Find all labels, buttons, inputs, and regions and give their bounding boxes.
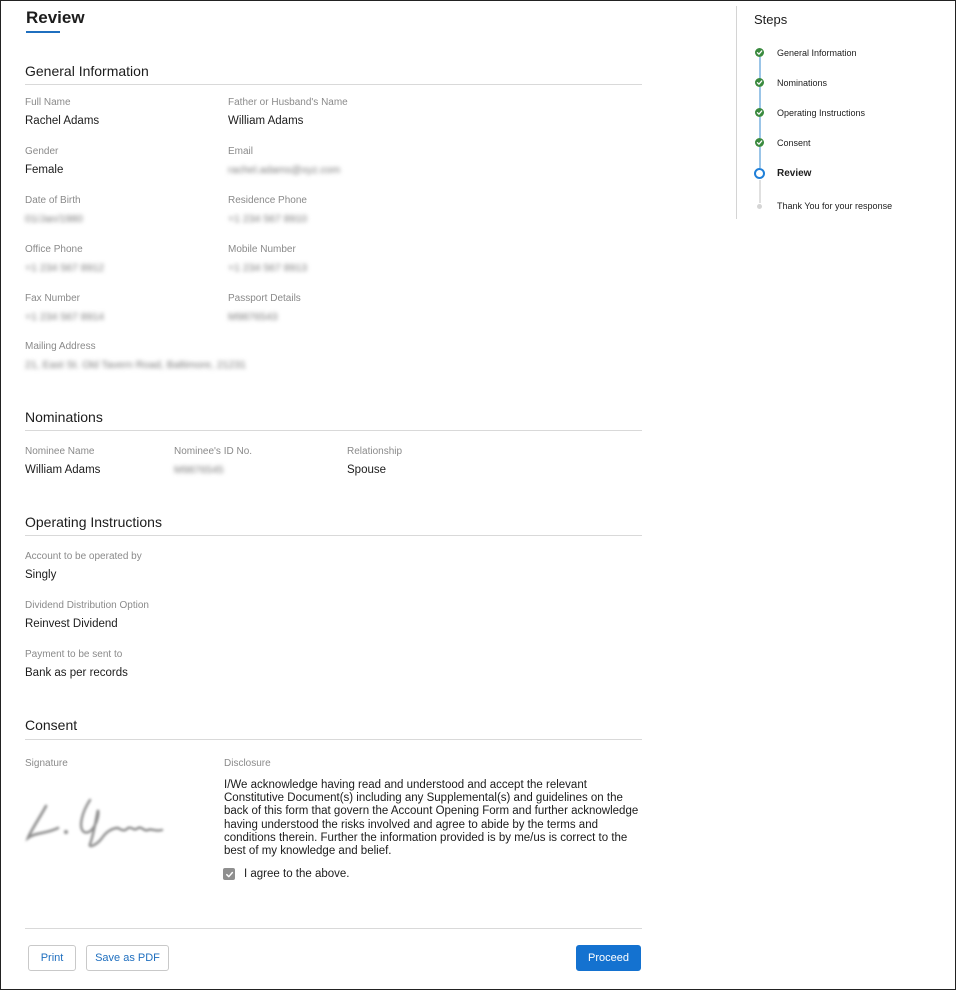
agree-label[interactable]: I agree to the above. [244,868,350,880]
field-value: Rachel Adams [25,115,100,127]
field-value: Spouse [347,464,387,476]
field-label: Residence Phone [228,195,307,206]
father-name-field: Father or Husband's Name William Adams [228,97,348,128]
step-label-operating-instructions[interactable]: Operating Instructions [777,108,865,118]
residence-phone-field: Residence Phone +1 234 567 8910 [228,195,307,226]
section-divider [25,535,642,536]
field-value: Bank as per records [25,667,128,679]
field-label: Disclosure [224,758,271,769]
footer-divider [25,928,642,929]
field-value: 01/Jan/1980 [25,213,83,225]
field-label: Date of Birth [25,195,81,206]
proceed-button[interactable]: Proceed [576,945,641,971]
dividend-field: Dividend Distribution Option Reinvest Di… [25,600,149,631]
field-label: Nominee Name [25,446,95,457]
current-step-icon [754,168,765,179]
nominee-name-field: Nominee Name William Adams [25,446,100,477]
field-label: Mobile Number [228,244,296,255]
step-label-general-information[interactable]: General Information [777,48,857,58]
field-label: Gender [25,146,59,157]
relationship-field: Relationship Spouse [347,446,402,477]
field-label: Nominee's ID No. [174,446,253,457]
step-label-nominations[interactable]: Nominations [777,78,827,88]
disclosure-text: I/We acknowledge having read and underst… [224,779,639,858]
agree-checkbox-row[interactable]: I agree to the above. [223,868,350,880]
steps-title: Steps [754,12,788,27]
section-divider [25,84,642,85]
step-label-thank-you: Thank You for your response [777,201,893,211]
general-section-title: General Information [25,63,149,79]
review-panel: Review General Information Full Name Rac… [0,0,660,990]
operated-by-field: Account to be operated by Singly [25,551,142,582]
field-label: Payment to be sent to [25,649,123,660]
check-circle-icon [755,48,764,57]
field-label: Relationship [347,446,403,457]
field-value: M9876543 [228,311,278,323]
field-value: +1 234 567 8910 [228,213,308,225]
field-value: +1 234 567 8912 [25,262,105,274]
nominations-section-title: Nominations [25,409,103,425]
step-label-review[interactable]: Review [777,168,811,179]
office-phone-field: Office Phone +1 234 567 8912 [25,244,104,275]
check-circle-icon [755,78,764,87]
disclosure-field: Disclosure I/We acknowledge having read … [224,758,642,858]
check-circle-icon [755,138,764,147]
field-value: +1 234 567 8914 [25,311,105,323]
sidebar-divider [736,6,737,219]
save-as-pdf-button[interactable]: Save as PDF [86,945,169,971]
signature-image [18,788,170,852]
pending-step-icon [757,204,762,209]
field-value: 21, East St. Old Tavern Road, Baltimore,… [25,359,247,371]
mobile-field: Mobile Number +1 234 567 8913 [228,244,307,275]
field-label: Signature [25,758,68,769]
field-label: Full Name [25,97,71,108]
checkmark-icon [225,871,233,877]
email-field: Email rachel.adams@xyz.com [228,146,340,177]
field-value: +1 234 567 8913 [228,262,308,274]
field-value: rachel.adams@xyz.com [228,164,341,176]
payment-field: Payment to be sent to Bank as per record… [25,649,128,680]
agree-checkbox[interactable] [223,868,235,880]
step-connector [759,87,761,109]
field-label: Account to be operated by [25,551,142,562]
step-connector [759,117,761,138]
step-connector [759,147,761,168]
field-value: Female [25,164,64,176]
dob-field: Date of Birth 01/Jan/1980 [25,195,83,226]
signature-field: Signature [25,758,68,770]
gender-field: Gender Female [25,146,63,177]
field-label: Email [228,146,254,157]
field-value: M9876545 [174,464,224,476]
step-connector [759,57,761,79]
field-value: William Adams [228,115,304,127]
print-button[interactable]: Print [28,945,76,971]
fax-field: Fax Number +1 234 567 8914 [25,293,104,324]
operating-section-title: Operating Instructions [25,514,162,530]
field-value: Singly [25,569,57,581]
page-title: Review [26,8,85,27]
consent-section-title: Consent [25,717,78,733]
step-connector [759,180,761,203]
nominee-id-field: Nominee's ID No. M9876545 [174,446,252,477]
field-label: Mailing Address [25,341,96,352]
field-label: Father or Husband's Name [228,97,348,108]
check-circle-icon [755,108,764,117]
title-underline [26,31,60,33]
section-divider [25,430,642,431]
passport-field: Passport Details M9876543 [228,293,301,324]
field-value: William Adams [25,464,101,476]
field-label: Dividend Distribution Option [25,600,149,611]
section-divider [25,739,642,740]
field-label: Passport Details [228,293,301,304]
field-value: Reinvest Dividend [25,618,118,630]
field-label: Office Phone [25,244,83,255]
step-label-consent[interactable]: Consent [777,138,811,148]
mailing-address-field: Mailing Address 21, East St. Old Tavern … [25,341,246,372]
field-label: Fax Number [25,293,81,304]
full-name-field: Full Name Rachel Adams [25,97,99,128]
